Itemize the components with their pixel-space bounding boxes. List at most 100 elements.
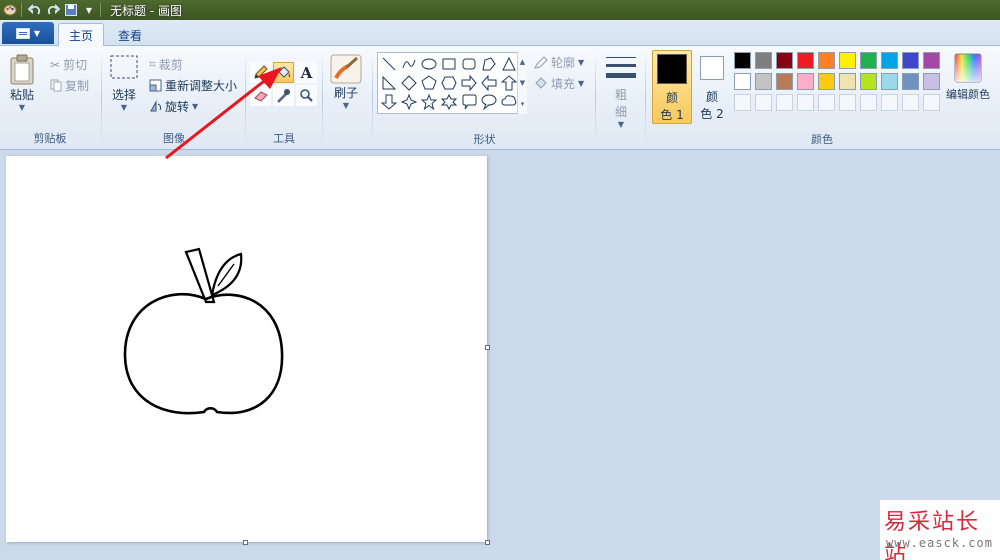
up-arrow-shape-icon[interactable] [500, 74, 518, 92]
triangle-shape-icon[interactable] [500, 55, 518, 73]
eraser-tool[interactable] [250, 85, 271, 106]
palette-swatch[interactable] [818, 52, 835, 69]
palette-swatch[interactable] [839, 52, 856, 69]
scroll-up-icon[interactable]: ▲ [520, 58, 525, 66]
right-arrow-shape-icon[interactable] [460, 74, 478, 92]
right-triangle-shape-icon[interactable] [380, 74, 398, 92]
palette-swatch[interactable] [860, 73, 877, 90]
undo-icon[interactable] [27, 2, 43, 18]
palette-swatch[interactable] [776, 73, 793, 90]
color-picker-tool[interactable] [273, 85, 294, 106]
rounded-callout-shape-icon[interactable] [460, 93, 478, 111]
paint-app-icon[interactable] [2, 2, 18, 18]
color-1-label-line1: 颜 [665, 91, 678, 105]
four-point-star-shape-icon[interactable] [400, 93, 418, 111]
tools-group: A 工具 [247, 48, 321, 148]
size-button[interactable]: 粗 细 ▼ [602, 54, 640, 129]
palette-custom-slot[interactable] [734, 94, 751, 111]
palette-custom-slot[interactable] [881, 94, 898, 111]
rectangle-shape-icon[interactable] [440, 55, 458, 73]
palette-swatch[interactable] [818, 73, 835, 90]
resize-handle-bottom[interactable] [243, 540, 248, 545]
palette-swatch[interactable] [734, 73, 751, 90]
palette-custom-slot[interactable] [839, 94, 856, 111]
paint-menu-button[interactable]: ▼ [2, 22, 54, 44]
palette-swatch[interactable] [860, 52, 877, 69]
palette-swatch[interactable] [902, 52, 919, 69]
edit-colors-button[interactable]: 编辑颜色 [946, 52, 990, 102]
color-1-button[interactable]: 颜 色 1 [652, 50, 692, 124]
palette-swatch[interactable] [923, 73, 940, 90]
select-button[interactable]: 选择 ▼ [109, 54, 139, 112]
paste-button[interactable]: 粘贴 ▼ [8, 54, 36, 112]
five-point-star-shape-icon[interactable] [420, 93, 438, 111]
palette-swatch[interactable] [881, 73, 898, 90]
palette-swatch[interactable] [881, 52, 898, 69]
color-2-button[interactable]: 颜 色 2 [694, 50, 730, 124]
chevron-down-icon: ▼ [120, 103, 128, 112]
fill-bucket-icon [277, 66, 290, 78]
diamond-shape-icon[interactable] [400, 74, 418, 92]
copy-icon [50, 79, 62, 92]
palette-swatch[interactable] [734, 52, 751, 69]
ribbon: 粘贴 ▼ ✂ 剪切 复制 剪贴板 选择 ▼ ⌗ 裁剪 重新调整大小 旋转 ▼ 图像 [0, 46, 1000, 150]
palette-swatch[interactable] [755, 73, 772, 90]
palette-swatch[interactable] [902, 73, 919, 90]
quick-access-dropdown-icon[interactable]: ▼ [81, 2, 97, 18]
palette-swatch[interactable] [923, 52, 940, 69]
redo-icon[interactable] [45, 2, 61, 18]
copy-button[interactable]: 复制 [50, 77, 89, 94]
fill-tool[interactable] [273, 62, 294, 83]
scroll-down-icon[interactable]: ▼ [520, 79, 525, 87]
text-tool[interactable]: A [296, 62, 317, 83]
palette-custom-slot[interactable] [860, 94, 877, 111]
crop-button[interactable]: ⌗ 裁剪 [149, 56, 183, 73]
tab-home[interactable]: 主页 [58, 23, 105, 47]
oval-callout-shape-icon[interactable] [480, 93, 498, 111]
select-rectangle-icon [110, 55, 138, 79]
palette-swatch[interactable] [776, 52, 793, 69]
shapes-group-label: 形状 [473, 133, 496, 146]
cut-button[interactable]: ✂ 剪切 [50, 56, 87, 73]
palette-custom-slot[interactable] [776, 94, 793, 111]
copy-label: 复制 [65, 79, 90, 93]
fill-button[interactable]: 填充 ▼ [534, 75, 584, 92]
palette-custom-slot[interactable] [818, 94, 835, 111]
palette-swatch[interactable] [797, 52, 814, 69]
curve-shape-icon[interactable] [400, 55, 418, 73]
left-arrow-shape-icon[interactable] [480, 74, 498, 92]
magnifier-tool[interactable] [296, 85, 317, 106]
polygon-shape-icon[interactable] [480, 55, 498, 73]
pentagon-shape-icon[interactable] [420, 74, 438, 92]
cloud-callout-shape-icon[interactable] [500, 93, 518, 111]
palette-custom-slot[interactable] [797, 94, 814, 111]
tab-view[interactable]: 查看 [108, 23, 152, 47]
palette-custom-slot[interactable] [902, 94, 919, 111]
pencil-tool[interactable] [250, 62, 271, 83]
clipboard-group: 粘贴 ▼ ✂ 剪切 复制 剪贴板 [0, 48, 100, 148]
line-shape-icon[interactable] [380, 55, 398, 73]
palette-swatch[interactable] [797, 73, 814, 90]
rotate-button[interactable]: 旋转 ▼ [149, 98, 198, 115]
resize-button[interactable]: 重新调整大小 [149, 77, 237, 94]
resize-label: 重新调整大小 [165, 79, 238, 93]
shapes-gallery [377, 52, 525, 114]
expand-gallery-icon[interactable]: ▾ [521, 100, 525, 108]
outline-button[interactable]: 轮廓 ▼ [534, 54, 584, 71]
window-title: 无标题 - 画图 [110, 3, 182, 18]
down-arrow-shape-icon[interactable] [380, 93, 398, 111]
palette-swatch[interactable] [755, 52, 772, 69]
shapes-scrollbar[interactable]: ▲ ▼ ▾ [517, 52, 527, 114]
rounded-rectangle-shape-icon[interactable] [460, 55, 478, 73]
save-icon[interactable] [63, 2, 79, 18]
palette-swatch[interactable] [839, 73, 856, 90]
palette-custom-slot[interactable] [755, 94, 772, 111]
resize-handle-corner[interactable] [485, 540, 490, 545]
six-point-star-shape-icon[interactable] [440, 93, 458, 111]
resize-handle-right[interactable] [485, 345, 490, 350]
oval-shape-icon[interactable] [420, 55, 438, 73]
palette-custom-slot[interactable] [923, 94, 940, 111]
hexagon-shape-icon[interactable] [440, 74, 458, 92]
brushes-button[interactable]: 刷子 ▼ [330, 54, 362, 110]
drawing-canvas[interactable] [6, 156, 487, 542]
